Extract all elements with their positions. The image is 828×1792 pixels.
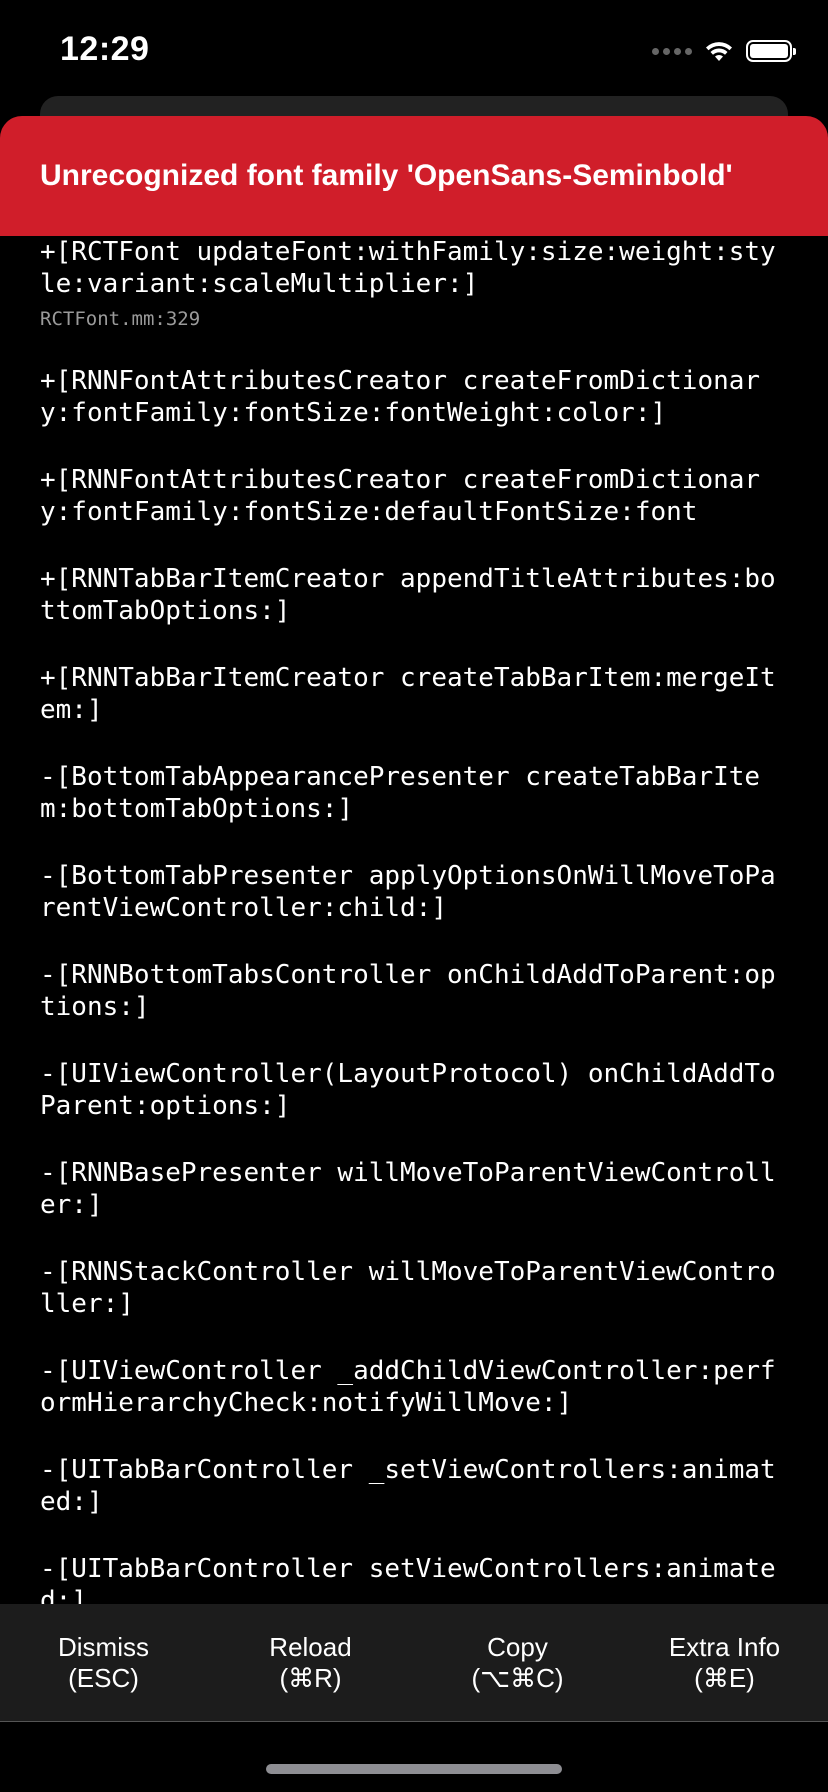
- stack-trace[interactable]: +[RCTFont updateFont:withFamily:size:wei…: [0, 236, 828, 1604]
- stack-frame[interactable]: -[BottomTabPresenter applyOptionsOnWillM…: [0, 860, 828, 924]
- stack-frame-method: -[RNNStackController willMoveToParentVie…: [40, 1257, 776, 1319]
- stack-frame-method: -[BottomTabAppearancePresenter createTab…: [40, 762, 761, 824]
- error-banner: Unrecognized font family 'OpenSans-Semin…: [0, 116, 828, 236]
- reload-button[interactable]: Reload (⌘R): [207, 1604, 414, 1721]
- status-time: 12:29: [60, 30, 150, 68]
- stack-frame-method: +[RNNFontAttributesCreator createFromDic…: [40, 465, 761, 527]
- home-indicator[interactable]: [266, 1764, 562, 1774]
- stack-frame-method: -[RNNBottomTabsController onChildAddToPa…: [40, 960, 776, 1022]
- stack-frame[interactable]: -[UITabBarController setViewControllers:…: [0, 1553, 828, 1604]
- stack-frame-method: -[UIViewController _addChildViewControll…: [40, 1356, 776, 1418]
- stack-frame-method: +[RNNTabBarItemCreator appendTitleAttrib…: [40, 564, 776, 626]
- stack-frame[interactable]: -[RNNBottomTabsController onChildAddToPa…: [0, 959, 828, 1023]
- wifi-icon: [706, 42, 732, 61]
- dismiss-button[interactable]: Dismiss (ESC): [0, 1604, 207, 1721]
- stack-frame[interactable]: -[UITabBarController _setViewControllers…: [0, 1454, 828, 1518]
- stack-frame[interactable]: +[RNNFontAttributesCreator createFromDic…: [0, 365, 828, 429]
- stack-frame[interactable]: -[UIViewController _addChildViewControll…: [0, 1355, 828, 1419]
- dismiss-shortcut: (ESC): [68, 1662, 139, 1693]
- stack-frame[interactable]: +[RNNFontAttributesCreator createFromDic…: [0, 464, 828, 528]
- stack-frame[interactable]: -[BottomTabAppearancePresenter createTab…: [0, 761, 828, 825]
- stack-frame-method: +[RCTFont updateFont:withFamily:size:wei…: [40, 237, 776, 299]
- status-bar: 12:29: [0, 0, 828, 100]
- dismiss-label: Dismiss: [58, 1631, 149, 1662]
- copy-label: Copy: [487, 1631, 548, 1662]
- extra-info-button[interactable]: Extra Info (⌘E): [621, 1604, 828, 1721]
- battery-icon: [746, 40, 796, 62]
- stack-frame-method: -[BottomTabPresenter applyOptionsOnWillM…: [40, 861, 776, 923]
- stack-frame-method: +[RNNTabBarItemCreator createTabBarItem:…: [40, 663, 776, 725]
- extra-info-label: Extra Info: [668, 1631, 781, 1662]
- stack-frame-method: -[UIViewController(LayoutProtocol) onChi…: [40, 1059, 776, 1121]
- stack-frame-method: -[UITabBarController _setViewControllers…: [40, 1455, 776, 1517]
- stack-frame[interactable]: +[RCTFont updateFont:withFamily:size:wei…: [0, 236, 828, 330]
- stack-frame[interactable]: +[RNNTabBarItemCreator createTabBarItem:…: [0, 662, 828, 726]
- stack-frame[interactable]: -[RNNStackController willMoveToParentVie…: [0, 1256, 828, 1320]
- stack-frame[interactable]: -[UIViewController(LayoutProtocol) onChi…: [0, 1058, 828, 1122]
- copy-button[interactable]: Copy (⌥⌘C): [414, 1604, 621, 1721]
- stack-frame-method: -[UITabBarController setViewControllers:…: [40, 1554, 776, 1604]
- stack-frame[interactable]: +[RNNTabBarItemCreator appendTitleAttrib…: [0, 563, 828, 627]
- copy-shortcut: (⌥⌘C): [471, 1662, 564, 1693]
- reload-label: Reload: [269, 1631, 352, 1662]
- extra-info-shortcut: (⌘E): [694, 1662, 755, 1693]
- error-title: Unrecognized font family 'OpenSans-Semin…: [40, 159, 733, 192]
- redbox-footer: Dismiss (ESC) Reload (⌘R) Copy (⌥⌘C) Ext…: [0, 1604, 828, 1722]
- status-icons: [652, 36, 796, 66]
- stack-frame[interactable]: -[RNNBasePresenter willMoveToParentViewC…: [0, 1157, 828, 1221]
- stack-frame-method: -[RNNBasePresenter willMoveToParentViewC…: [40, 1158, 776, 1220]
- reload-shortcut: (⌘R): [279, 1662, 342, 1693]
- cellular-signal-icon: [652, 47, 692, 55]
- stack-frame-file: RCTFont.mm:329: [40, 308, 201, 330]
- stack-frame-method: +[RNNFontAttributesCreator createFromDic…: [40, 366, 761, 428]
